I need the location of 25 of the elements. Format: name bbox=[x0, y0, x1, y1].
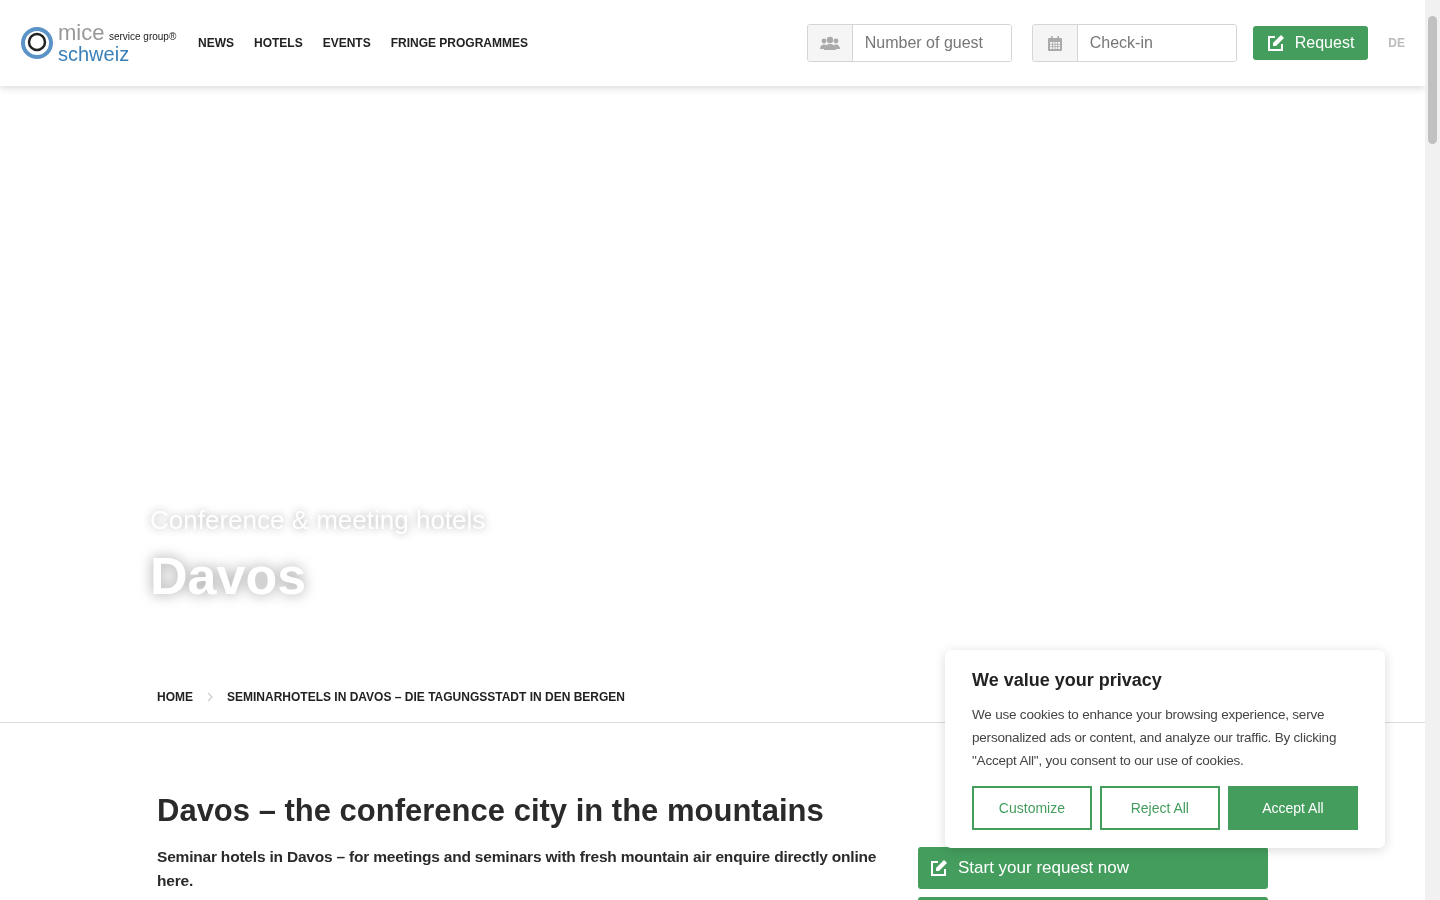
users-icon bbox=[819, 36, 840, 50]
lead-text: Seminar hotels in Davos – for meetings and seminars with fresh mountain air enquire directly online here. bbox=[157, 847, 878, 891]
logo-text: mice bbox=[58, 20, 105, 45]
logo[interactable]: mice service group® schweiz bbox=[20, 18, 180, 68]
calendar-icon bbox=[1047, 35, 1062, 51]
nav-link[interactable]: EVENTS bbox=[322, 36, 371, 50]
scrollbar[interactable] bbox=[1425, 0, 1440, 900]
guests-field[interactable]: Number of guest bbox=[806, 24, 1012, 62]
breadcrumb-link[interactable]: SEMINARHOTELS IN DAVOS – DIE TAGUNGSSTADT IN DEN BERGEN bbox=[227, 690, 626, 704]
banner-text: We use cookies to enhance your browsing experience, serve personalized ads or content, and analyze our traffic. By clicking "Accept All", you consent to our use of cookies. bbox=[972, 706, 1338, 770]
nav-link[interactable]: FRINGE PROGRAMMES bbox=[390, 36, 529, 50]
cookie-option-button[interactable]: Reject All bbox=[1099, 786, 1220, 830]
registered-mark: ® bbox=[168, 31, 177, 42]
check-in-field[interactable]: Check-in bbox=[1031, 24, 1237, 62]
edit-icon bbox=[1266, 34, 1285, 52]
page-title: Davos – the conference city in the mountains bbox=[157, 793, 825, 829]
nav-link[interactable]: NEWS bbox=[198, 36, 234, 50]
edit-icon bbox=[930, 859, 948, 877]
banner-title: We value your privacy bbox=[972, 670, 1163, 691]
logo-ring-icon bbox=[20, 26, 54, 60]
nav-link[interactable]: HOTELS bbox=[254, 36, 303, 50]
breadcrumb-link[interactable]: HOME bbox=[157, 690, 193, 704]
logo-text: schweiz bbox=[58, 44, 131, 64]
logo-subtext: service group bbox=[108, 31, 169, 42]
chevron-right-icon bbox=[207, 692, 213, 702]
